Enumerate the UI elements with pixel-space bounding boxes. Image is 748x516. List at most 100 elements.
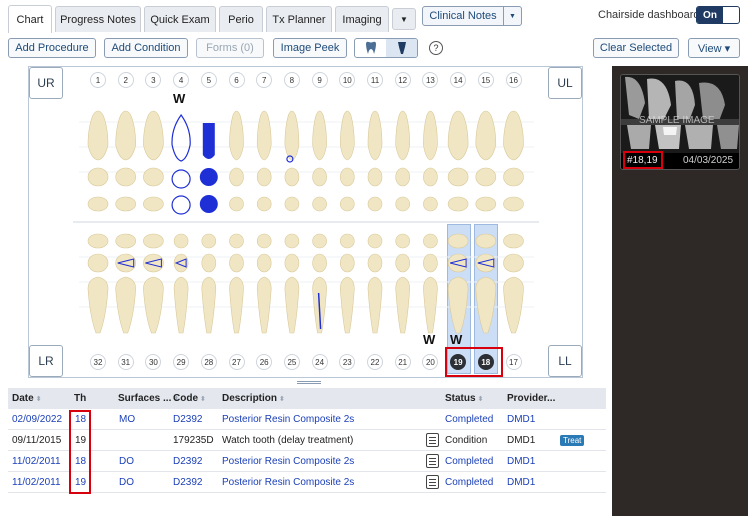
more-tabs-button[interactable]: ▼ (392, 8, 416, 30)
lower-occlusal-23 (339, 253, 355, 273)
clear-selected-button[interactable]: Clear Selected (593, 38, 679, 58)
lower-occlusal-26 (256, 253, 272, 273)
upper-tooth-1 (87, 110, 109, 161)
table-row[interactable]: 02/09/2022 18 MO D2392 Posterior Resin Compo… (8, 409, 606, 430)
tooth-crown-view-button[interactable] (355, 39, 386, 57)
watch-tooth-icon: W (450, 332, 462, 347)
upper-buccal-9 (312, 196, 327, 212)
tooth-number-9[interactable]: 9 (311, 72, 328, 88)
tooth-number-8[interactable]: 8 (283, 72, 300, 88)
lower-buccal-27 (229, 233, 244, 249)
upper-tooth-13 (423, 110, 438, 161)
lower-buccal-30 (143, 233, 164, 249)
upper-buccal-14 (447, 196, 469, 212)
tooth-number-2[interactable]: 2 (117, 72, 134, 88)
clinical-notes-button[interactable]: Clinical Notes (422, 6, 504, 26)
col-header-provider[interactable]: Provider... (507, 393, 555, 404)
table-row[interactable]: 11/02/2011 18 DO D2392 Posterior Resin Compo… (8, 451, 606, 472)
tooth-number-27[interactable]: 27 (228, 354, 245, 370)
lower-buccal-31 (115, 233, 136, 249)
tooth-number-32[interactable]: 32 (90, 354, 106, 370)
lower-tooth-21 (395, 276, 411, 334)
lower-tooth-31 (115, 276, 137, 334)
tooth-number-14[interactable]: 14 (450, 72, 467, 88)
upper-tooth-2 (115, 110, 137, 161)
tooth-root-view-button[interactable] (386, 39, 417, 57)
tooth-number-28[interactable]: 28 (200, 354, 217, 370)
note-icon[interactable] (426, 433, 439, 447)
table-body: 02/09/2022 18 MO D2392 Posterior Resin Compo… (8, 409, 606, 493)
tab-quick-exam[interactable]: Quick Exam (144, 6, 216, 32)
teeth-drawing (73, 110, 539, 334)
forms-button[interactable]: Forms (0) (196, 38, 264, 58)
upper-buccal-15 (475, 196, 497, 212)
table-row[interactable]: 09/11/2015 19 179235D Watch tooth (delay tr… (8, 430, 606, 451)
tooth-number-31[interactable]: 31 (117, 354, 134, 370)
tab-tx-planner[interactable]: Tx Planner (266, 6, 332, 32)
tooth-number-4[interactable]: 4 (173, 72, 190, 88)
tooth-number-24[interactable]: 24 (311, 354, 328, 370)
lower-tooth-30 (143, 276, 164, 334)
upper-tooth-15 (475, 110, 497, 161)
upper-tooth-6 (229, 110, 244, 161)
upper-tooth-9 (312, 110, 327, 161)
upper-tooth-7 (256, 110, 272, 161)
note-icon[interactable] (426, 454, 439, 468)
tab-progress-notes[interactable]: Progress Notes (55, 6, 141, 32)
tooth-number-6[interactable]: 6 (228, 72, 245, 88)
tooth-number-25[interactable]: 25 (283, 354, 300, 370)
lower-occlusal-32 (87, 253, 109, 273)
col-header-description[interactable]: Description ⬍ (222, 393, 285, 404)
tab-perio[interactable]: Perio (219, 6, 263, 32)
col-header-code[interactable]: Code ⬍ (173, 393, 206, 404)
tooth-5-buccal (199, 195, 218, 213)
chairside-dashboard-label: Chairside dashboard (598, 9, 700, 21)
xray-image (621, 75, 739, 153)
note-icon[interactable] (426, 475, 439, 489)
tooth-number-16[interactable]: 16 (505, 72, 522, 88)
help-icon[interactable]: ? (429, 41, 443, 55)
image-panel: SAMPLE IMAGE #18,19 04/03/2025 (612, 66, 748, 516)
treat-badge[interactable]: Treat (560, 435, 585, 446)
tooth-number-5[interactable]: 5 (200, 72, 217, 88)
view-menu-button[interactable]: View ▾ (688, 38, 740, 58)
lower-buccal-24 (312, 233, 327, 249)
upper-occlusal-2 (115, 167, 136, 187)
upper-occlusal-8 (284, 167, 300, 187)
tooth-5-crown (202, 123, 215, 159)
table-row[interactable]: 11/02/2011 19 DO D2392 Posterior Resin Compo… (8, 472, 606, 493)
col-header-th[interactable]: Th (74, 393, 86, 404)
xray-label-highlight (623, 151, 663, 169)
lower-occlusal-27 (229, 253, 244, 273)
tab-imaging[interactable]: Imaging (335, 6, 389, 32)
pane-resize-handle[interactable] (297, 381, 321, 384)
tooth-number-15[interactable]: 15 (477, 72, 494, 88)
tooth-number-11[interactable]: 11 (367, 72, 383, 88)
tooth-number-22[interactable]: 22 (367, 354, 383, 370)
chairside-toggle[interactable]: On (696, 6, 740, 24)
col-header-date[interactable]: Date ⬍ (12, 393, 42, 404)
col-header-status[interactable]: Status ⬍ (445, 393, 483, 404)
code-cell: D2392 (173, 413, 203, 425)
tooth-number-1[interactable]: 1 (90, 72, 106, 88)
clinical-notes-dropdown[interactable]: ▼ (504, 6, 522, 26)
tooth-number-21[interactable]: 21 (394, 354, 411, 370)
tooth-number-12[interactable]: 12 (394, 72, 411, 88)
xray-thumbnail[interactable]: SAMPLE IMAGE #18,19 04/03/2025 (620, 74, 740, 170)
lower-occlusal-17 (503, 253, 524, 273)
add-condition-button[interactable]: Add Condition (104, 38, 188, 58)
upper-occlusal-1 (87, 167, 109, 187)
upper-occlusal-3 (143, 167, 164, 187)
tooth-5-occlusal (199, 168, 218, 186)
tooth-view-toggle (354, 38, 418, 58)
tooth-number-29[interactable]: 29 (173, 354, 190, 370)
lower-buccal-25 (284, 233, 300, 249)
col-header-surfaces[interactable]: Surfaces ... ⬍ (118, 393, 179, 404)
image-peek-button[interactable]: Image Peek (273, 38, 347, 58)
description-cell: Posterior Resin Composite 2s (222, 413, 355, 425)
tooth-number-17[interactable]: 17 (505, 354, 522, 370)
lower-tooth-17 (503, 276, 524, 334)
tab-chart[interactable]: Chart (8, 5, 52, 33)
add-procedure-button[interactable]: Add Procedure (8, 38, 96, 58)
upper-occlusal-11 (367, 167, 383, 187)
